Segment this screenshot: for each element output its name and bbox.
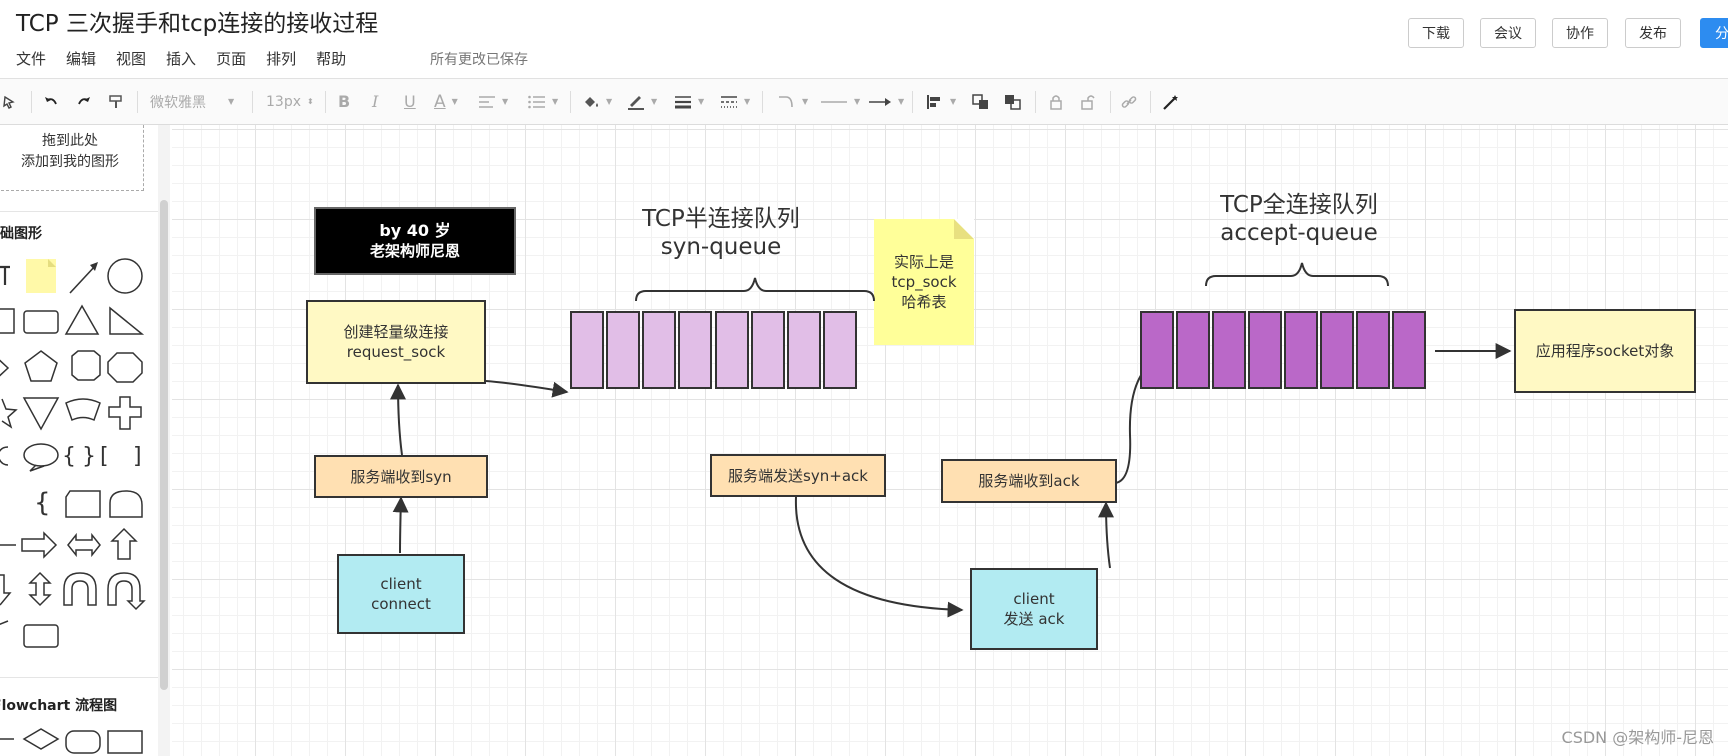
line-width-icon[interactable]: ▼ [674,79,704,124]
syn-queue-cell[interactable] [678,311,712,389]
client-send-ack-box[interactable]: client 发送 ack [970,568,1098,650]
font-size-select[interactable]: 13px ⬍ [266,79,314,124]
toolbar: 微软雅黑 ▼ 13px ⬍ B I U A ▼ ▼ ▼ ▼ ▼ ▼ ▼ ▼ ▼ ▼ ▼ [0,78,1728,125]
client-ack-line1: client [1013,590,1055,608]
undo-icon[interactable] [43,79,59,124]
connector-layer [390,262,1512,618]
menu-view[interactable]: 视图 [116,48,146,69]
connector-curve-icon[interactable]: ▼ [778,79,808,124]
format-painter-icon[interactable] [108,79,124,124]
menu-arrange[interactable]: 排列 [266,48,296,69]
syn-queue-cell[interactable] [751,311,785,389]
syn-queue-cell[interactable] [606,311,640,389]
menu-page[interactable]: 页面 [216,48,246,69]
svg-text:}: } [82,444,96,469]
document-title[interactable]: TCP 三次握手和tcp连接的接收过程 [16,4,378,38]
client-ack-line2: 发送 ack [1003,610,1065,628]
server-recv-syn-box[interactable]: 服务端收到syn [314,455,488,498]
drop-hint-line2: 添加到我的图形 [21,154,119,170]
syn-queue-cell[interactable] [823,311,857,389]
line-style-icon[interactable]: ▼ [720,79,750,124]
request-sock-box[interactable]: 创建轻量级连接 request_sock [306,300,486,384]
font-family-value: 微软雅黑 [150,94,206,111]
app-socket-box[interactable]: 应用程序socket对象 [1514,309,1696,393]
italic-button[interactable]: I [372,79,378,124]
link-icon[interactable] [1121,79,1137,124]
server-recv-ack-box[interactable]: 服务端收到ack [941,459,1117,503]
server-recv-ack-label: 服务端收到ack [978,472,1080,490]
syn-queue-cell[interactable] [570,311,604,389]
menu-edit[interactable]: 编辑 [66,48,96,69]
list-icon[interactable]: ▼ [528,79,558,124]
accept-queue-cell[interactable] [1392,311,1426,389]
server-send-synack-label: 服务端发送syn+ack [728,466,868,485]
font-color-glyph: A [434,91,446,112]
accept-queue-cell[interactable] [1284,311,1318,389]
svg-text:]: ] [133,444,142,469]
syn-queue-cell[interactable] [715,311,749,389]
svg-text:[: [ [100,444,109,469]
fill-color-icon[interactable]: ▼ [582,79,612,124]
menu-insert[interactable]: 插入 [166,48,196,69]
accept-queue-cell[interactable] [1212,311,1246,389]
underline-button[interactable]: U [404,79,416,124]
flowchart-shapes-palette[interactable] [0,725,158,756]
align-left-icon[interactable]: ▼ [926,79,956,124]
font-color-button[interactable]: A ▼ [434,79,458,124]
menu-bar: 文件 编辑 视图 插入 页面 排列 帮助 [16,48,366,69]
client-connect-line1: client [380,575,422,593]
svg-text:{: { [62,444,76,469]
section-basic-shapes[interactable]: 基础图形 [0,223,42,243]
request-sock-line2: request_sock [346,343,446,361]
lock-icon[interactable] [1048,79,1064,124]
meeting-button[interactable]: 会议 [1480,18,1536,48]
my-shapes-drop-zone[interactable]: 拖到此处 添加到我的图形 [0,125,144,191]
magic-wand-icon[interactable] [1162,79,1180,124]
align-icon[interactable]: ▼ [478,79,508,124]
accept-queue-cell[interactable] [1140,311,1174,389]
shape-sidebar: 拖到此处 添加到我的图形 基础图形 { } [ ] { [0,125,160,756]
syn-queue-cell[interactable] [787,311,821,389]
watermark: CSDN @架构师-尼恩 [1561,728,1714,747]
app-socket-label: 应用程序socket对象 [1535,342,1675,360]
accept-queue[interactable] [1140,311,1430,391]
font-size-value: 13px [266,93,301,110]
share-button[interactable]: 分享 [1700,18,1728,48]
pin-icon[interactable] [2,79,18,124]
bring-front-icon[interactable] [972,79,990,124]
syn-queue-cell[interactable] [642,311,676,389]
section-flowchart[interactable]: Flowchart 流程图 [0,695,117,715]
syn-queue[interactable] [570,311,858,391]
save-status: 所有更改已保存 [430,52,528,68]
download-button[interactable]: 下载 [1408,18,1464,48]
bold-button[interactable]: B [338,79,350,124]
sidebar-scrollbar[interactable] [160,200,168,690]
publish-button[interactable]: 发布 [1625,18,1681,48]
accept-queue-cell[interactable] [1320,311,1354,389]
accept-queue-cell[interactable] [1248,311,1282,389]
accept-queue-cell[interactable] [1176,311,1210,389]
server-recv-syn-label: 服务端收到syn [350,467,452,486]
drop-hint-line1: 拖到此处 [42,133,98,149]
unlock-icon[interactable] [1080,79,1096,124]
line-color-icon[interactable]: ▼ [627,79,657,124]
client-connect-line2: connect [371,595,431,613]
send-back-icon[interactable] [1004,79,1022,124]
menu-file[interactable]: 文件 [16,48,46,69]
server-send-synack-box[interactable]: 服务端发送syn+ack [710,454,886,497]
menu-help[interactable]: 帮助 [316,48,346,69]
connector-line-icon[interactable]: ▼ [820,79,860,124]
font-family-select[interactable]: 微软雅黑 ▼ [150,79,240,124]
redo-icon[interactable] [76,79,92,124]
basic-shapes-palette[interactable]: { } [ ] { [0,255,158,665]
request-sock-line1: 创建轻量级连接 [343,323,449,341]
collab-button[interactable]: 协作 [1552,18,1608,48]
svg-text:{: { [34,488,51,518]
arrow-end-icon[interactable]: ▼ [868,79,904,124]
accept-queue-cell[interactable] [1356,311,1390,389]
diagram-canvas[interactable]: by 40 岁 老架构师尼恩 TCP半连接队列 syn-queue TCP全连接… [172,125,1728,756]
client-connect-box[interactable]: client connect [337,554,465,634]
